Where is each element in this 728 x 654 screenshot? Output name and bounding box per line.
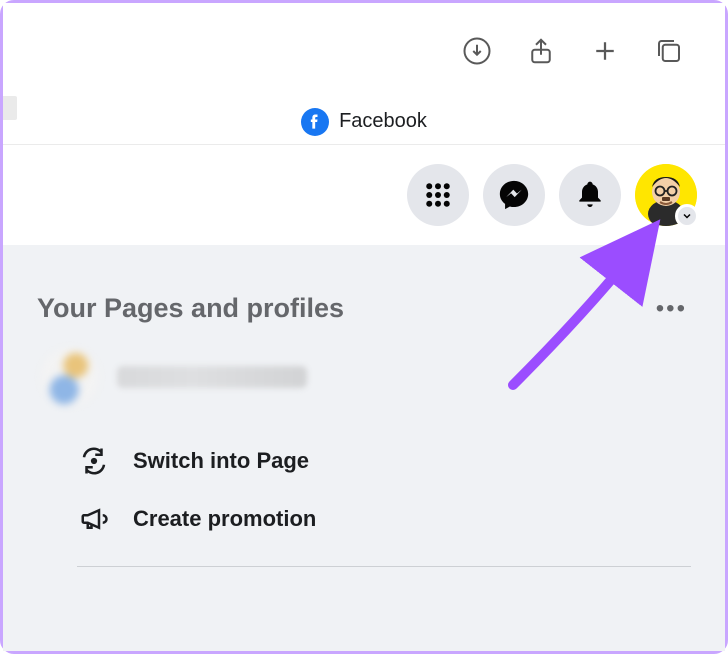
create-promotion-item[interactable]: Create promotion bbox=[77, 490, 691, 548]
profile-avatar-button[interactable] bbox=[635, 164, 697, 226]
page-actions: Switch into Page Create promotion bbox=[37, 432, 691, 548]
section-more-button[interactable]: ••• bbox=[656, 295, 691, 323]
share-icon[interactable] bbox=[525, 35, 557, 67]
facebook-header bbox=[3, 145, 725, 245]
action-label: Create promotion bbox=[133, 506, 316, 532]
inactive-tab-edge bbox=[3, 96, 17, 120]
page-avatar bbox=[41, 348, 99, 406]
page-row[interactable] bbox=[37, 348, 691, 406]
tabs-overview-icon[interactable] bbox=[653, 35, 685, 67]
section-header: Your Pages and profiles ••• bbox=[37, 293, 691, 324]
browser-tab-row: Facebook bbox=[3, 99, 725, 145]
content-area: Your Pages and profiles ••• Switch into … bbox=[3, 245, 725, 651]
chevron-down-icon bbox=[675, 204, 699, 228]
page-name-redacted bbox=[117, 366, 307, 388]
facebook-logo-icon bbox=[301, 108, 329, 136]
megaphone-icon bbox=[77, 502, 111, 536]
downloads-icon[interactable] bbox=[461, 35, 493, 67]
new-tab-icon[interactable] bbox=[589, 35, 621, 67]
notifications-button[interactable] bbox=[559, 164, 621, 226]
section-title: Your Pages and profiles bbox=[37, 293, 344, 324]
action-label: Switch into Page bbox=[133, 448, 309, 474]
switch-into-page-item[interactable]: Switch into Page bbox=[77, 432, 691, 490]
switch-icon bbox=[77, 444, 111, 478]
menu-grid-button[interactable] bbox=[407, 164, 469, 226]
divider bbox=[77, 566, 691, 567]
browser-toolbar bbox=[3, 3, 725, 99]
messenger-button[interactable] bbox=[483, 164, 545, 226]
tab-title: Facebook bbox=[339, 110, 427, 133]
